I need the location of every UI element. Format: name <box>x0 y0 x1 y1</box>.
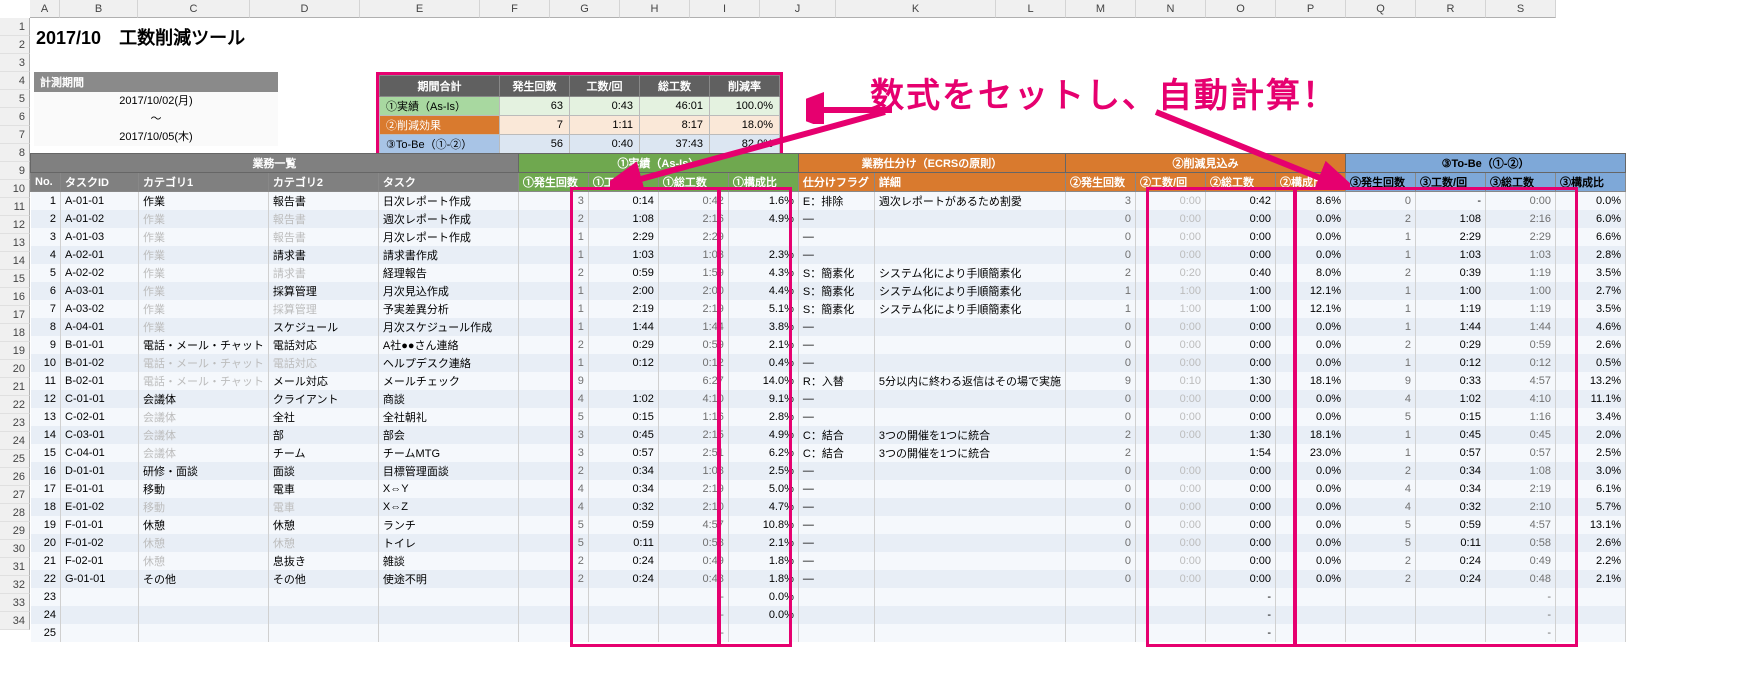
table-row[interactable]: 23-0.0%-- <box>31 588 1626 606</box>
table-row[interactable]: 24-0.0%-- <box>31 606 1626 624</box>
table-row[interactable]: 10B-01-02電話・メール・チャット電話対応ヘルプデスク連絡10:120:1… <box>31 354 1626 372</box>
row-headers: 1234567891011121314151617181920212223242… <box>0 18 30 630</box>
page-title: 2017/10 工数削減ツール <box>36 24 245 50</box>
table-row[interactable]: 22G-01-01その他その他使途不明20:240:481.8%—00:000:… <box>31 570 1626 588</box>
col-tid: タスクID <box>61 173 139 192</box>
table-row[interactable]: 25--- <box>31 624 1626 642</box>
period-sep: ～ <box>34 110 278 128</box>
table-row[interactable]: 21F-02-01休憩息抜き雑談20:240:491.8%—00:000:000… <box>31 552 1626 570</box>
col-tc: ③発生回数 <box>1346 173 1416 192</box>
table-row[interactable]: 16D-01-01研修・面談面談目標管理面談20:341:082.5%—00:0… <box>31 462 1626 480</box>
table-row[interactable]: 13C-02-01会議体全社全社朝礼50:151:162.8%—00:000:0… <box>31 408 1626 426</box>
table-row[interactable]: 9B-01-01電話・メール・チャット電話対応A社●●さん連絡20:290:59… <box>31 336 1626 354</box>
group-tobe: ③To-Be（①-②） <box>1346 154 1626 173</box>
col-task: タスク <box>378 173 518 192</box>
table-row[interactable]: 14C-03-01会議体部部会30:452:154.9%C：結合3つの開催を1つ… <box>31 426 1626 444</box>
table-row[interactable]: 17E-01-01移動電車X⇔Y40:342:195.0%—00:000:000… <box>31 480 1626 498</box>
col-tt: ③工数/回 <box>1416 173 1486 192</box>
col-c2: カテゴリ2 <box>268 173 378 192</box>
arrow-icon <box>1150 108 1350 188</box>
col-ed: 詳細 <box>874 173 1065 192</box>
col-no: No. <box>31 173 61 192</box>
table-row[interactable]: 1A-01-01作業報告書日次レポート作成30:140:421.6%E：排除週次… <box>31 192 1626 211</box>
col-jc: ①発生回数 <box>518 173 588 192</box>
col-sc: ②発生回数 <box>1066 173 1136 192</box>
period-to[interactable]: 2017/10/05(木) <box>34 128 278 146</box>
table-row[interactable]: 3A-01-03作業報告書月次レポート作成12:292:29—00:000:00… <box>31 228 1626 246</box>
table-row[interactable]: 8A-04-01作業スケジュール月次スケジュール作成11:441:443.8%—… <box>31 318 1626 336</box>
table-row[interactable]: 6A-03-01作業採算管理月次見込作成12:002:004.4%S：簡素化シス… <box>31 282 1626 300</box>
col-tr: ③構成比 <box>1556 173 1626 192</box>
table-row[interactable]: 7A-03-02作業採算管理予実差異分析12:192:195.1%S：簡素化シス… <box>31 300 1626 318</box>
table-row[interactable]: 19F-01-01休憩休憩ランチ50:594:5710.8%—00:000:00… <box>31 516 1626 534</box>
col-headers: ABCDEFGHIJKLMNOPQRS <box>30 0 1755 18</box>
col-ts: ③総工数 <box>1486 173 1556 192</box>
table-row[interactable]: 2A-01-02作業報告書週次レポート作成21:082:164.9%—00:00… <box>31 210 1626 228</box>
table-row[interactable]: 5A-02-02作業請求書経理報告20:591:594.3%S：簡素化システム化… <box>31 264 1626 282</box>
main-grid: 業務一覧 ①実績（As-Is） 業務仕分け（ECRSの原則） ②削減見込み ③T… <box>30 153 1626 642</box>
arrow-icon <box>610 108 890 188</box>
period-box: 計測期間 2017/10/02(月) ～ 2017/10/05(木) <box>34 72 278 146</box>
spreadsheet: ABCDEFGHIJKLMNOPQRS 12345678910111213141… <box>0 0 1755 18</box>
period-from[interactable]: 2017/10/02(月) <box>34 92 278 110</box>
table-row[interactable]: 15C-04-01会議体チームチームMTG30:572:516.2%C：結合3つ… <box>31 444 1626 462</box>
table-row[interactable]: 11B-02-01電話・メール・チャットメール対応メールチェック96:2714.… <box>31 372 1626 390</box>
period-header: 計測期間 <box>34 72 278 92</box>
table-row[interactable]: 4A-02-01作業請求書請求書作成11:031:032.3%—00:000:0… <box>31 246 1626 264</box>
col-c1: カテゴリ1 <box>139 173 269 192</box>
table-row[interactable]: 12C-01-01会議体クライアント商談41:024:109.1%—00:000… <box>31 390 1626 408</box>
table-row[interactable]: 20F-01-02休憩休憩トイレ50:110:582.1%—00:000:000… <box>31 534 1626 552</box>
table-row[interactable]: 18E-01-02移動電車X⇔Z40:322:104.7%—00:000:000… <box>31 498 1626 516</box>
group-list: 業務一覧 <box>31 154 519 173</box>
